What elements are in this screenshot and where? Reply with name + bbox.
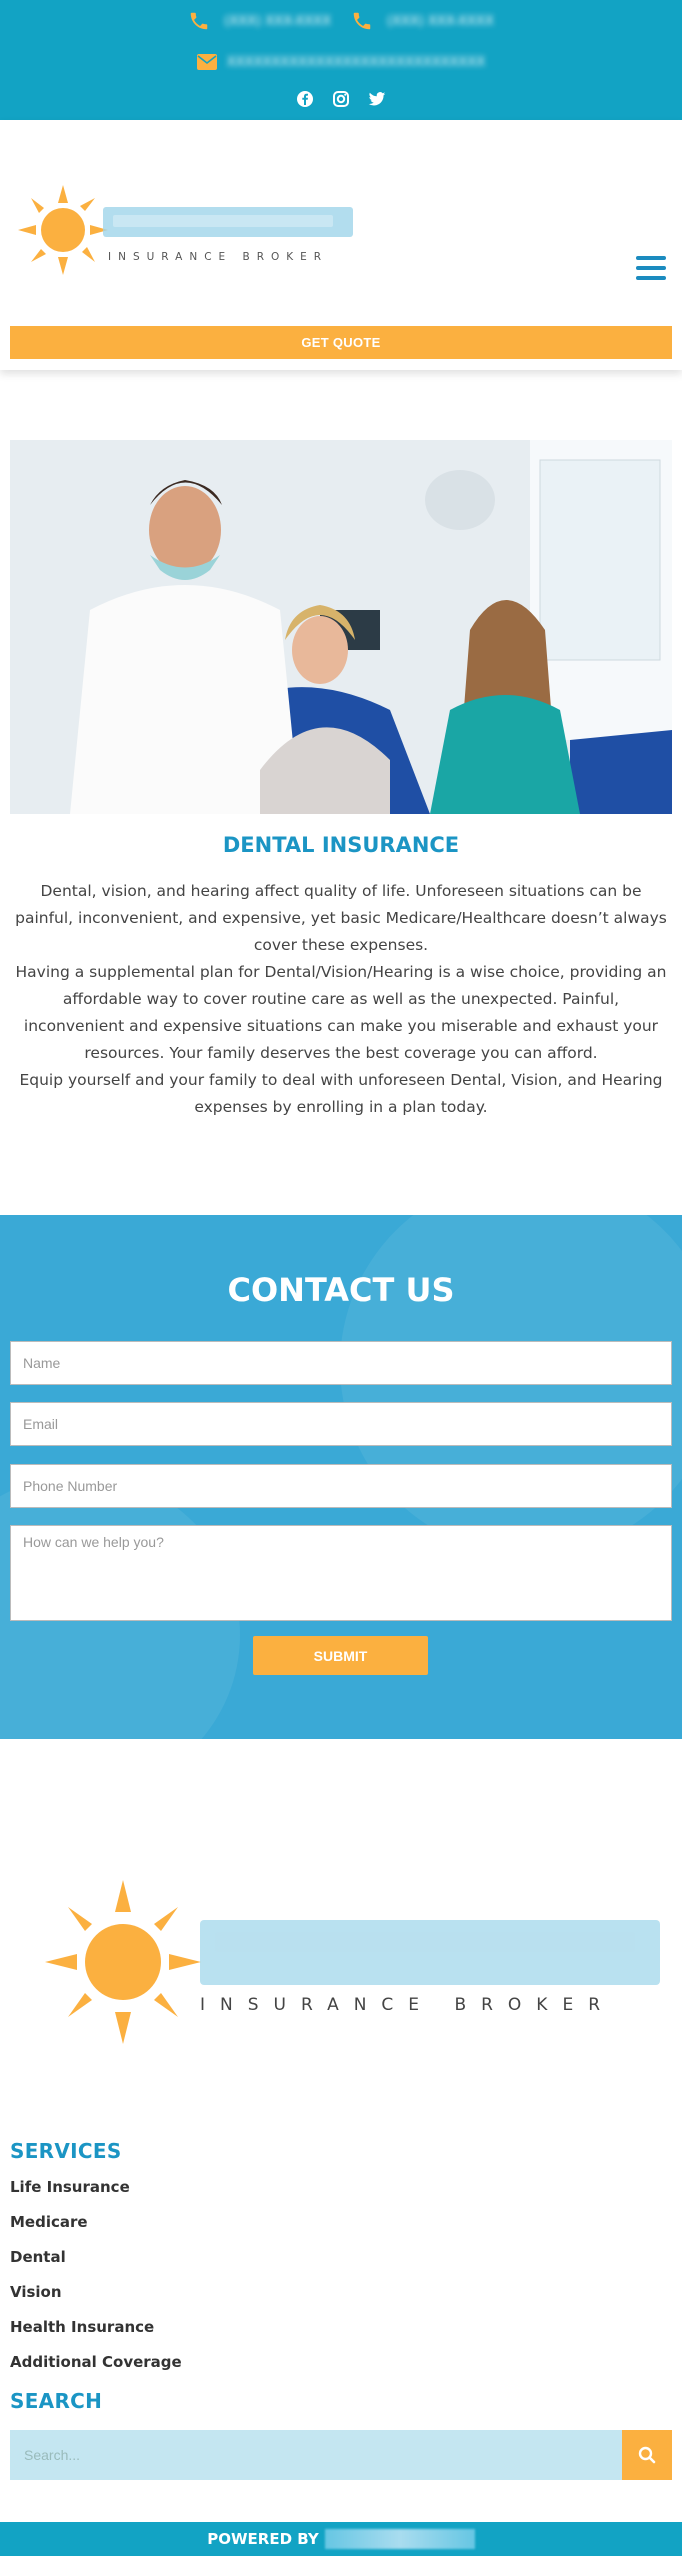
logo-tagline: INSURANCE BROKER (108, 251, 328, 263)
service-link-vision[interactable]: Vision (10, 2282, 182, 2317)
search-icon (638, 2446, 656, 2464)
social-links (0, 90, 682, 108)
services-list: Life Insurance Medicare Dental Vision He… (10, 2177, 182, 2387)
envelope-icon (196, 54, 217, 70)
dental-team-photo (10, 440, 672, 814)
email-address: XXXXXXXXXXXXXXXXXXXXXXXXXXXXX (226, 54, 486, 70)
services-heading: SERVICES (10, 2139, 122, 2163)
email-field[interactable]: Email (10, 1402, 672, 1446)
powered-by-logo[interactable] (324, 2529, 475, 2549)
facebook-icon[interactable] (296, 90, 314, 108)
phone-row: (XXX) XXX-XXXX (XXX) XXX-XXXX (0, 10, 682, 32)
service-link-health-insurance[interactable]: Health Insurance (10, 2317, 182, 2352)
service-link-life-insurance[interactable]: Life Insurance (10, 2177, 182, 2212)
site-header: INSURANCE BROKER GET QUOTE (0, 120, 682, 370)
phone-icon (191, 12, 208, 30)
service-link-dental[interactable]: Dental (10, 2247, 182, 2282)
phone-number-1: (XXX) XXX-XXXX (224, 13, 331, 29)
sun-icon (45, 1880, 201, 2044)
contact-us-heading: CONTACT US (227, 1271, 455, 1309)
submit-button[interactable]: SUBMIT (253, 1636, 428, 1675)
company-logo[interactable]: INSURANCE BROKER (18, 185, 358, 280)
service-link-medicare[interactable]: Medicare (10, 2212, 182, 2247)
hamburger-menu-icon[interactable] (636, 256, 666, 280)
powered-by-text: POWERED BY (207, 2530, 319, 2548)
footer-logo[interactable]: INSURANCE BROKER (45, 1880, 665, 2050)
top-contact-bar: (XXX) XXX-XXXX (XXX) XXX-XXXX XXXXXXXXXX… (0, 0, 682, 120)
footer-logo-tagline: INSURANCE BROKER (200, 1995, 615, 2015)
sun-icon (18, 185, 108, 275)
get-quote-button[interactable]: GET QUOTE (10, 326, 672, 359)
phone-link-1[interactable]: (XXX) XXX-XXXX (188, 10, 331, 32)
phone-link-2[interactable]: (XXX) XXX-XXXX (351, 10, 494, 32)
dental-paragraph-2: Having a supplemental plan for Dental/Vi… (15, 963, 667, 1062)
dental-description: Dental, vision, and hearing affect quali… (12, 878, 670, 1121)
search-button[interactable] (622, 2430, 672, 2480)
service-link-additional-coverage[interactable]: Additional Coverage (10, 2352, 182, 2387)
phone-icon (353, 12, 371, 30)
email-link[interactable]: XXXXXXXXXXXXXXXXXXXXXXXXXXXXX (0, 54, 682, 70)
search-input[interactable]: Search... (10, 2430, 622, 2480)
search-heading: SEARCH (10, 2389, 103, 2413)
phone-field[interactable]: Phone Number (10, 1464, 672, 1508)
phone-number-2: (XXX) XXX-XXXX (387, 13, 494, 29)
message-field[interactable]: How can we help you? (10, 1525, 672, 1621)
twitter-icon[interactable] (368, 90, 386, 108)
dental-insurance-heading: DENTAL INSURANCE (222, 833, 460, 857)
dental-paragraph-3: Equip yourself and your family to deal w… (19, 1071, 663, 1116)
name-field[interactable]: Name (10, 1341, 672, 1385)
dental-paragraph-1: Dental, vision, and hearing affect quali… (15, 882, 667, 954)
footer-bar: POWERED BY (0, 2522, 682, 2556)
contact-section: CONTACT US Name Email Phone Number How c… (0, 1215, 682, 1739)
instagram-icon[interactable] (332, 90, 350, 108)
